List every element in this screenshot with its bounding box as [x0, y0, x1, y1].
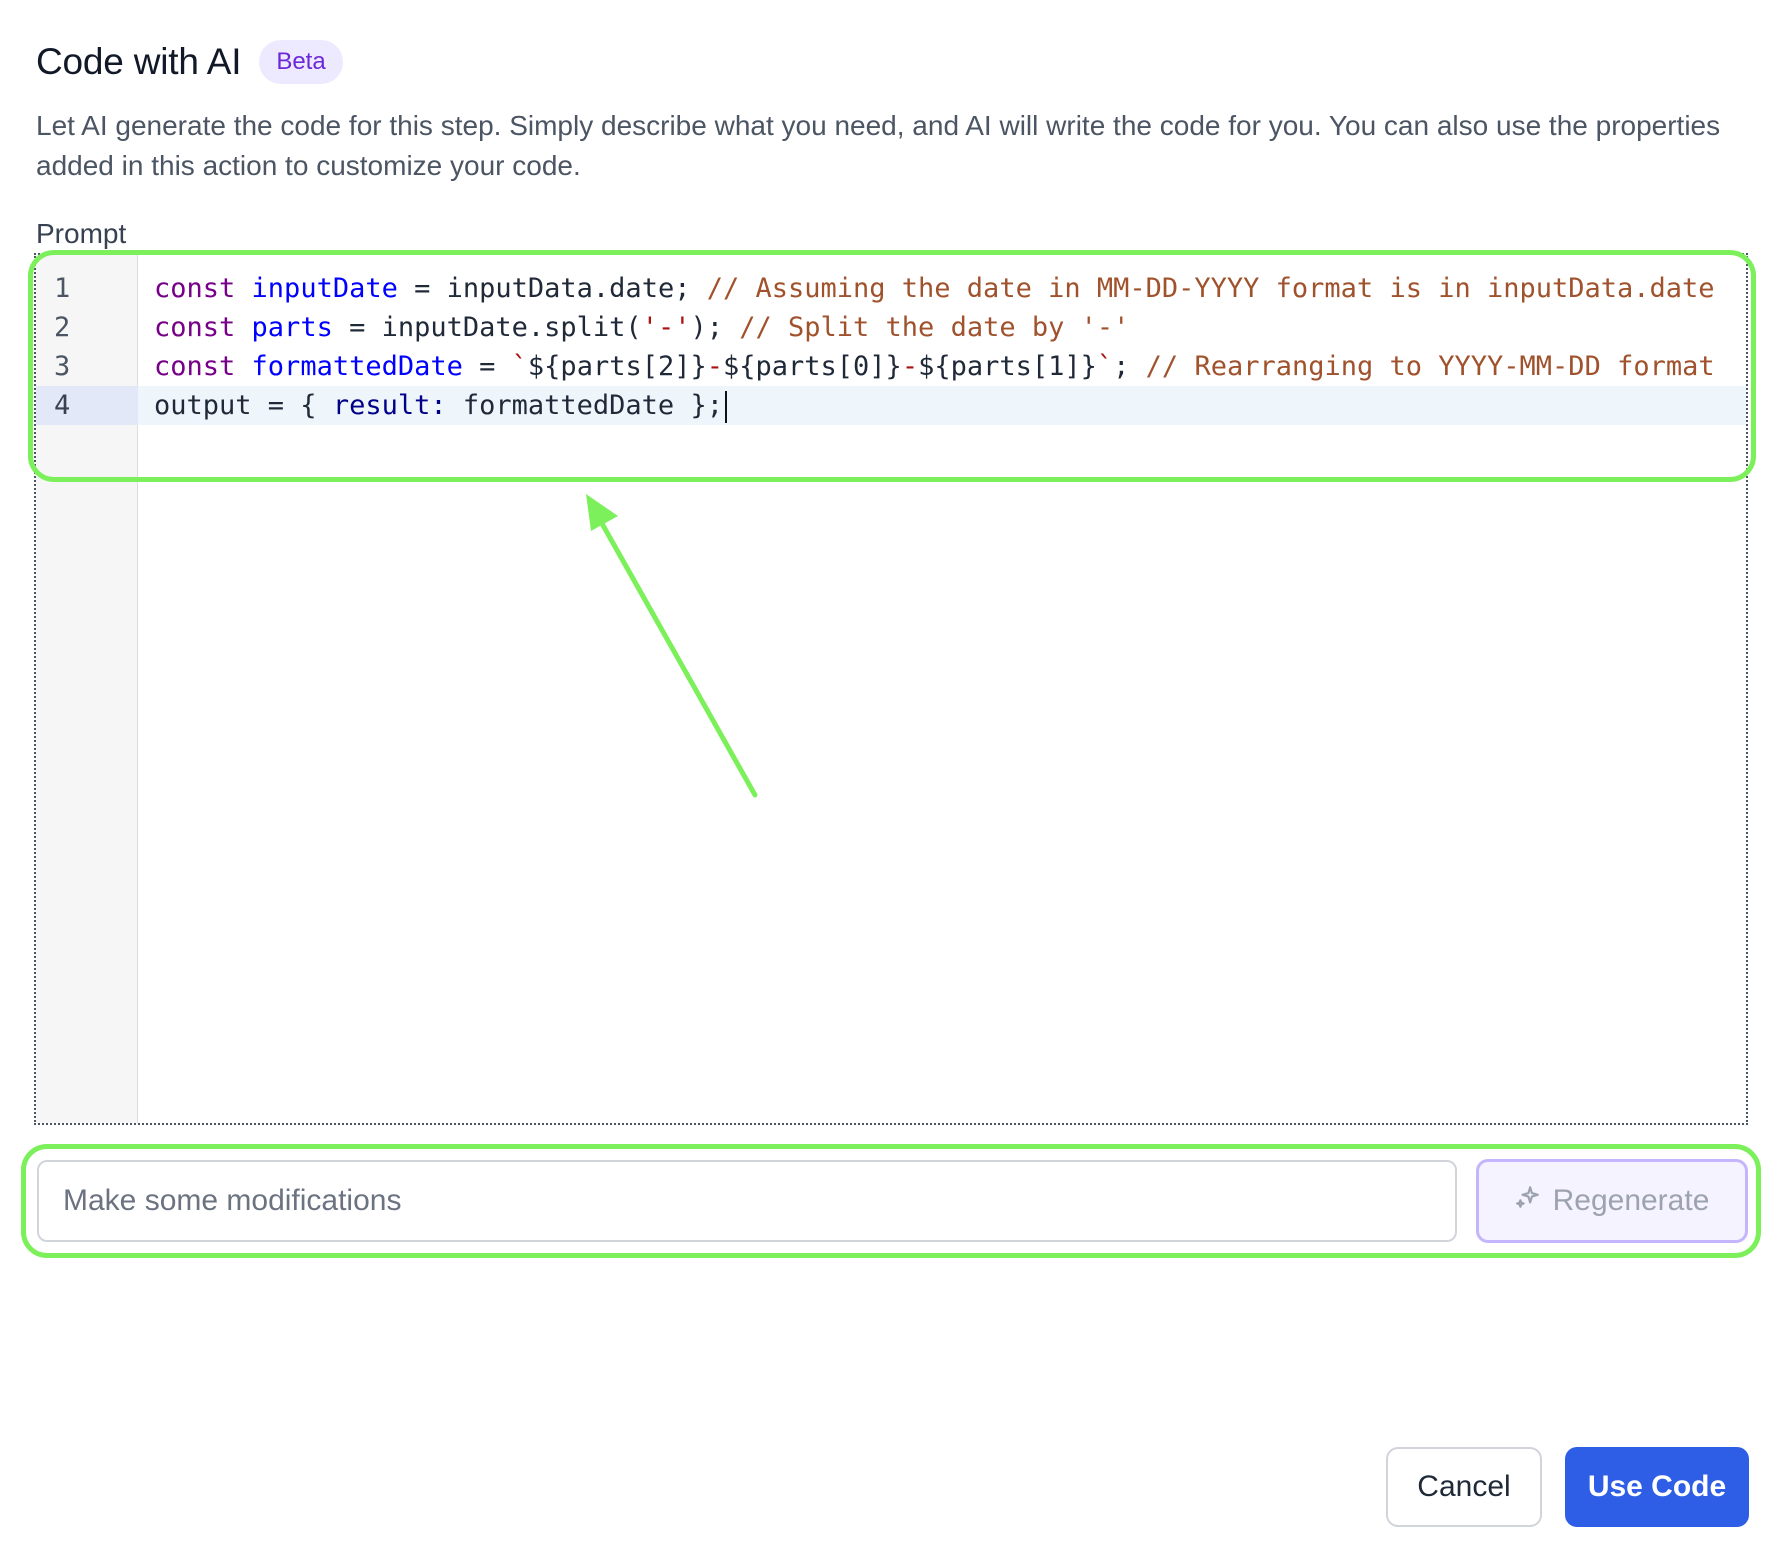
- code-token: ${parts[0]}: [723, 351, 902, 382]
- code-line[interactable]: output = { result: formattedDate };: [138, 386, 1746, 425]
- code-line[interactable]: const formattedDate = `${parts[2]}-${par…: [138, 347, 1746, 386]
- text-cursor: [724, 390, 727, 423]
- code-token: formattedDate: [251, 351, 463, 382]
- modal-header: Code with AI Beta: [36, 40, 343, 84]
- description-text: Let AI generate the code for this step. …: [36, 110, 1721, 181]
- code-editor[interactable]: 1 2 3 4 const inputDate = inputData.date; /…: [34, 253, 1748, 1125]
- line-number: 4: [36, 386, 138, 425]
- line-number: 2: [54, 312, 71, 343]
- code-token: const: [154, 273, 252, 304]
- beta-badge: Beta: [259, 40, 343, 84]
- line-number: 1: [54, 273, 71, 304]
- prompt-label: Prompt: [36, 218, 127, 249]
- regenerate-label: Regenerate: [1552, 1184, 1710, 1217]
- code-line[interactable]: const parts = inputDate.split('-'); // S…: [138, 308, 1746, 347]
- regenerate-button[interactable]: Regenerate: [1476, 1159, 1748, 1243]
- code-token: '-': [641, 312, 691, 343]
- line-number: 3: [54, 351, 71, 382]
- code-token: formattedDate };: [446, 390, 723, 421]
- code-token: output = {: [154, 390, 333, 421]
- code-token: result:: [332, 390, 447, 421]
- code-token: // Assuming the date in MM-DD-YYYY forma…: [706, 273, 1715, 304]
- sparkle-icon: [1515, 1184, 1541, 1218]
- line-number-gutter: 1 2 3 4: [36, 255, 138, 1123]
- code-line[interactable]: const inputDate = inputData.date; // Ass…: [138, 269, 1746, 308]
- code-token: );: [690, 312, 740, 343]
- code-token: // Rearranging to YYYY-MM-DD format: [1145, 351, 1715, 382]
- code-token: ${parts[2]}: [527, 351, 707, 382]
- code-token: = inputDate.split(: [332, 312, 642, 343]
- modification-input[interactable]: [37, 1160, 1457, 1242]
- code-token: =: [462, 351, 512, 382]
- line-numbers: 1 2 3 4: [36, 269, 138, 425]
- code-token: = inputData.date;: [397, 273, 707, 304]
- code-token: -: [901, 351, 919, 382]
- code-token: // Split the date by '-': [739, 312, 1130, 343]
- code-token: ${parts[1]}: [918, 351, 1097, 382]
- code-token: ;: [1113, 351, 1146, 382]
- code-token: inputDate: [251, 273, 398, 304]
- code-token: parts: [251, 312, 333, 343]
- use-code-button[interactable]: Use Code: [1565, 1447, 1749, 1527]
- page-title: Code with AI: [36, 41, 242, 82]
- code-token: `: [1096, 351, 1114, 382]
- cancel-button[interactable]: Cancel: [1386, 1447, 1542, 1527]
- code-token: `: [511, 351, 528, 382]
- code-token: -: [706, 351, 723, 382]
- code-token: const: [154, 312, 252, 343]
- code-token: const: [154, 351, 252, 382]
- code-lines[interactable]: const inputDate = inputData.date; // Ass…: [138, 269, 1746, 425]
